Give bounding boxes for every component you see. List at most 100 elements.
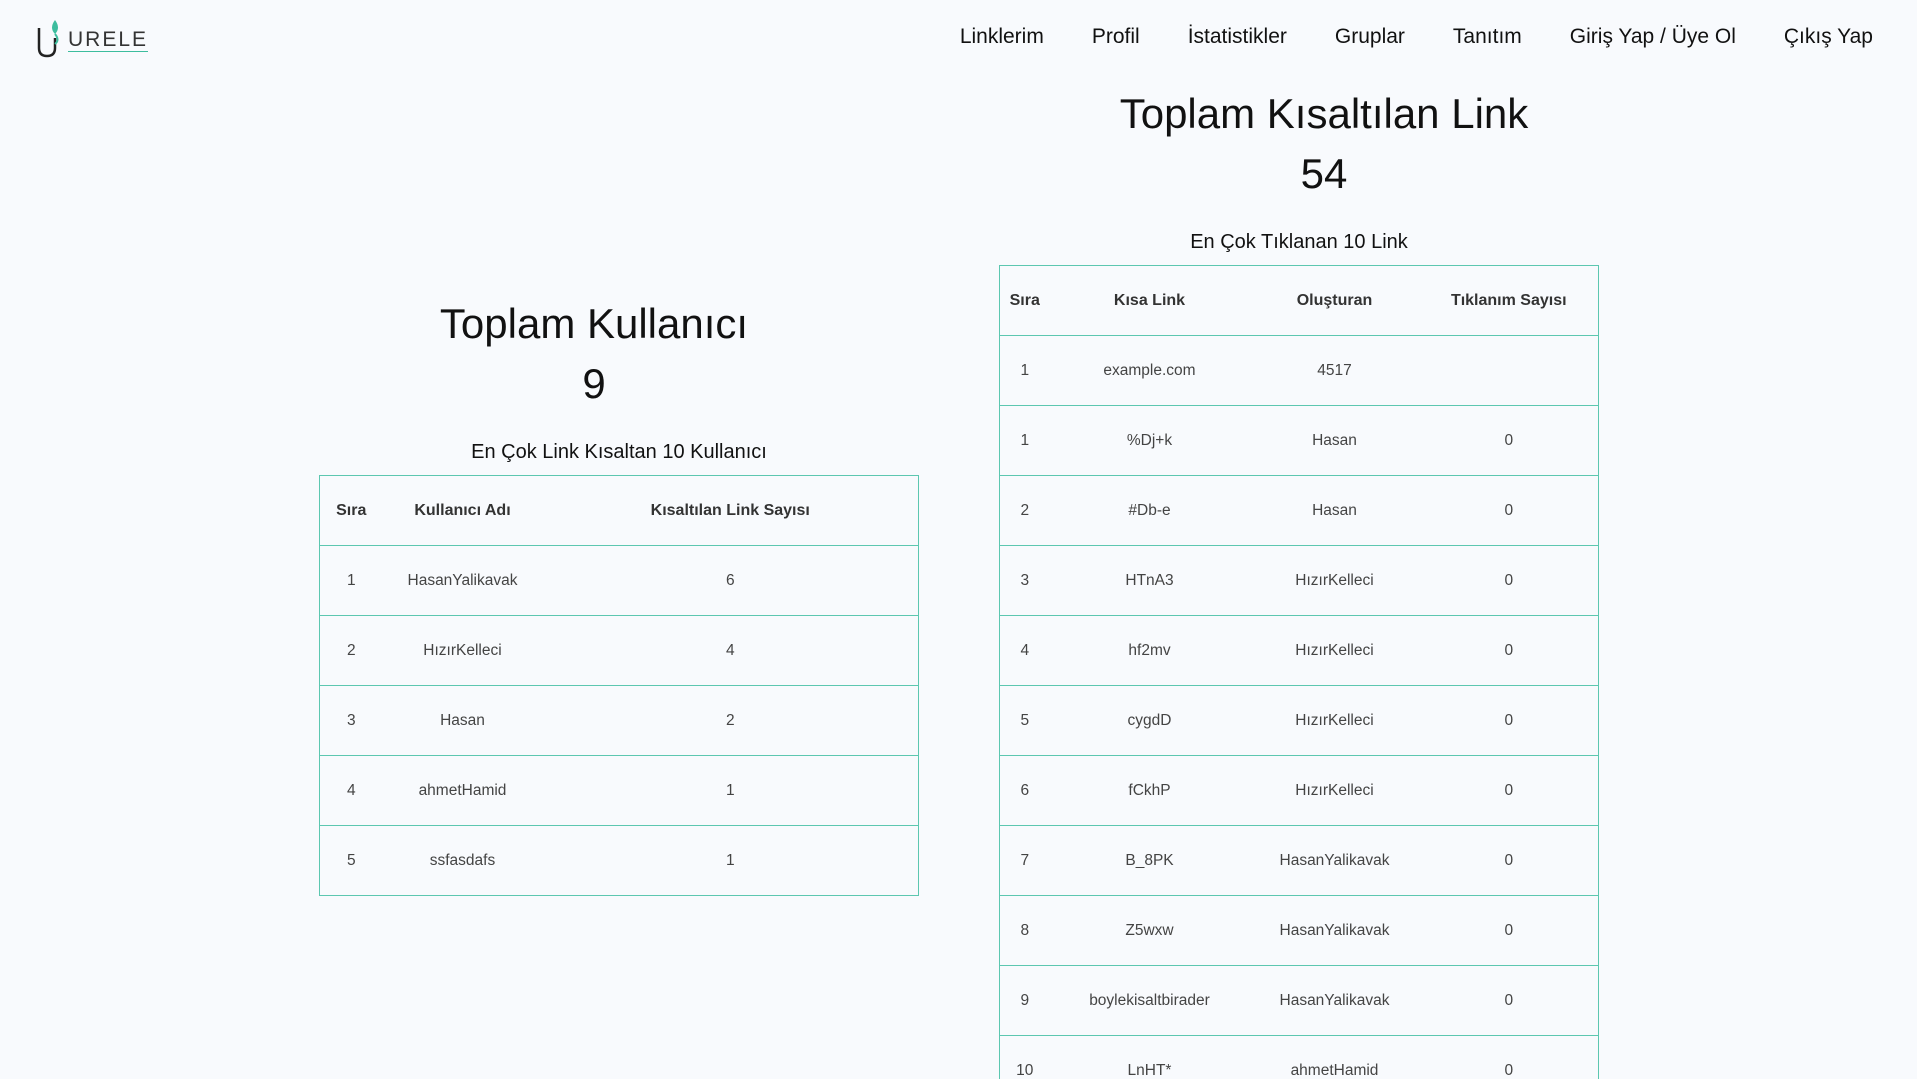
- table-row: 3 HTnA3 HızırKelleci 0: [999, 545, 1599, 616]
- rank-cell: 8: [999, 895, 1050, 966]
- creator-cell: ahmetHamid: [1290, 1061, 1379, 1079]
- click-count-cell: 0: [1419, 545, 1599, 616]
- creator-cell: HızırKelleci: [1249, 755, 1420, 826]
- column-header: Tıklanım Sayısı: [1419, 265, 1599, 336]
- rank-cell: 3: [999, 545, 1050, 616]
- click-count-cell: 0: [1419, 895, 1599, 966]
- nav-item-profil[interactable]: Profil: [1092, 25, 1140, 49]
- click-count-cell: 0: [1504, 1061, 1514, 1079]
- nav-item-cikis-yap[interactable]: Çıkış Yap: [1784, 25, 1873, 49]
- click-count-cell: 0: [1419, 685, 1599, 756]
- short-link-cell: B_8PK: [1049, 825, 1250, 896]
- top-links-table: Sıra Kısa Link Oluşturan Tıklanım Sayısı…: [999, 265, 1599, 1079]
- link-count-cell: 1: [542, 755, 919, 826]
- short-link-cell: #Db-e: [1049, 475, 1250, 546]
- table-row: 4 hf2mv HızırKelleci 0: [999, 615, 1599, 686]
- nav-item-istatistikler[interactable]: İstatistikler: [1188, 25, 1287, 49]
- table-row: 8 Z5wxw HasanYalikavak 0: [999, 895, 1599, 966]
- logo-link[interactable]: URELE: [36, 16, 149, 58]
- table-row: 1 %Dj+k Hasan 0: [999, 405, 1599, 476]
- rank-cell: 1: [319, 545, 383, 616]
- table-row: 5 ssfasdafs 1: [320, 826, 919, 896]
- link-count-cell: 4: [542, 615, 919, 686]
- main-nav: Linklerim Profil İstatistikler Gruplar T…: [960, 25, 1873, 49]
- creator-cell: 4517: [1249, 335, 1420, 406]
- rank-cell: 2: [999, 475, 1050, 546]
- links-table-body: 1 example.com 4517 1 %Dj+k Hasan 0 2 #Db-e Hasan 0…: [999, 335, 1599, 1079]
- column-header: Kullanıcı Adı: [382, 475, 543, 546]
- rank-cell: 7: [999, 825, 1050, 896]
- creator-cell: HızırKelleci: [1249, 615, 1420, 686]
- column-header: Oluşturan: [1249, 265, 1420, 336]
- rank-cell: 6: [999, 755, 1050, 826]
- creator-cell: HızırKelleci: [1249, 545, 1420, 616]
- table-row: 4 ahmetHamid 1: [319, 755, 919, 826]
- click-count-cell: [1419, 335, 1599, 406]
- username-cell: Hasan: [382, 685, 543, 756]
- table-row: 3 Hasan 2: [319, 685, 919, 756]
- link-count-cell: 1: [725, 851, 735, 869]
- short-link-cell: HTnA3: [1049, 545, 1250, 616]
- creator-cell: Hasan: [1249, 475, 1420, 546]
- brand-name: URELE: [68, 28, 149, 52]
- table-row: 6 fCkhP HızırKelleci 0: [999, 755, 1599, 826]
- table-header-row: Sıra Kısa Link Oluşturan Tıklanım Sayısı: [999, 265, 1599, 336]
- total-links-count: 54: [1300, 150, 1348, 197]
- username-cell: ssfasdafs: [429, 851, 496, 869]
- table-row: 10 LnHT* ahmetHamid 0: [1000, 1036, 1599, 1079]
- column-header: Kısa Link: [1049, 265, 1250, 336]
- short-link-cell: LnHT*: [1127, 1061, 1172, 1079]
- rank-cell: 5: [999, 685, 1050, 756]
- total-links-title: Toplam Kısaltılan Link: [1119, 90, 1529, 137]
- creator-cell: HasanYalikavak: [1249, 895, 1420, 966]
- nav-item-linklerim[interactable]: Linklerim: [960, 25, 1044, 49]
- username-cell: HasanYalikavak: [382, 545, 543, 616]
- short-link-cell: Z5wxw: [1049, 895, 1250, 966]
- short-link-cell: cygdD: [1049, 685, 1250, 756]
- short-link-cell: fCkhP: [1049, 755, 1250, 826]
- rank-cell: 3: [319, 685, 383, 756]
- urele-logo-icon: [37, 20, 59, 58]
- link-count-cell: 2: [542, 685, 919, 756]
- nav-item-tanitim[interactable]: Tanıtım: [1453, 25, 1522, 49]
- table-row: 2 #Db-e Hasan 0: [999, 475, 1599, 546]
- click-count-cell: 0: [1419, 405, 1599, 476]
- rank-cell: 10: [1016, 1061, 1034, 1079]
- top-users-caption: En Çok Link Kısaltan 10 Kullanıcı: [471, 441, 767, 463]
- rank-cell: 5: [346, 851, 356, 869]
- total-users-title: Toplam Kullanıcı: [439, 300, 749, 347]
- rank-cell: 1: [999, 335, 1050, 406]
- table-row: 7 B_8PK HasanYalikavak 0: [999, 825, 1599, 896]
- rank-cell: 4: [319, 755, 383, 826]
- click-count-cell: 0: [1419, 825, 1599, 896]
- creator-cell: HızırKelleci: [1249, 685, 1420, 756]
- link-count-cell: 6: [542, 545, 919, 616]
- click-count-cell: 0: [1419, 615, 1599, 686]
- users-table-body: 1 HasanYalikavak 6 2 HızırKelleci 4 3 Hasan 2 4 ah…: [319, 545, 919, 896]
- rank-cell: 2: [319, 615, 383, 686]
- column-header: Kısaltılan Link Sayısı: [542, 475, 919, 546]
- creator-cell: Hasan: [1249, 405, 1420, 476]
- click-count-cell: 0: [1419, 475, 1599, 546]
- rank-cell: 1: [999, 405, 1050, 476]
- column-header: Sıra: [999, 265, 1050, 336]
- nav-item-gruplar[interactable]: Gruplar: [1335, 25, 1405, 49]
- username-cell: HızırKelleci: [382, 615, 543, 686]
- top-links-caption: En Çok Tıklanan 10 Link: [1190, 231, 1408, 253]
- rank-cell: 4: [999, 615, 1050, 686]
- table-row: 1 example.com 4517: [999, 335, 1599, 406]
- table-header-row: Sıra Kullanıcı Adı Kısaltılan Link Sayıs…: [319, 475, 919, 546]
- table-row: 9 boylekisaltbirader HasanYalikavak 0: [999, 965, 1599, 1036]
- short-link-cell: hf2mv: [1049, 615, 1250, 686]
- statistics-page: URELE Linklerim Profil İstatistikler Gru…: [0, 0, 1917, 1079]
- table-row: 1 HasanYalikavak 6: [319, 545, 919, 616]
- click-count-cell: 0: [1419, 965, 1599, 1036]
- username-cell: ahmetHamid: [382, 755, 543, 826]
- total-users-count: 9: [582, 360, 606, 407]
- short-link-cell: example.com: [1049, 335, 1250, 406]
- creator-cell: HasanYalikavak: [1249, 825, 1420, 896]
- click-count-cell: 0: [1419, 755, 1599, 826]
- creator-cell: HasanYalikavak: [1249, 965, 1420, 1036]
- column-header: Sıra: [319, 475, 383, 546]
- nav-item-giris-uye-ol[interactable]: Giriş Yap / Üye Ol: [1570, 25, 1736, 49]
